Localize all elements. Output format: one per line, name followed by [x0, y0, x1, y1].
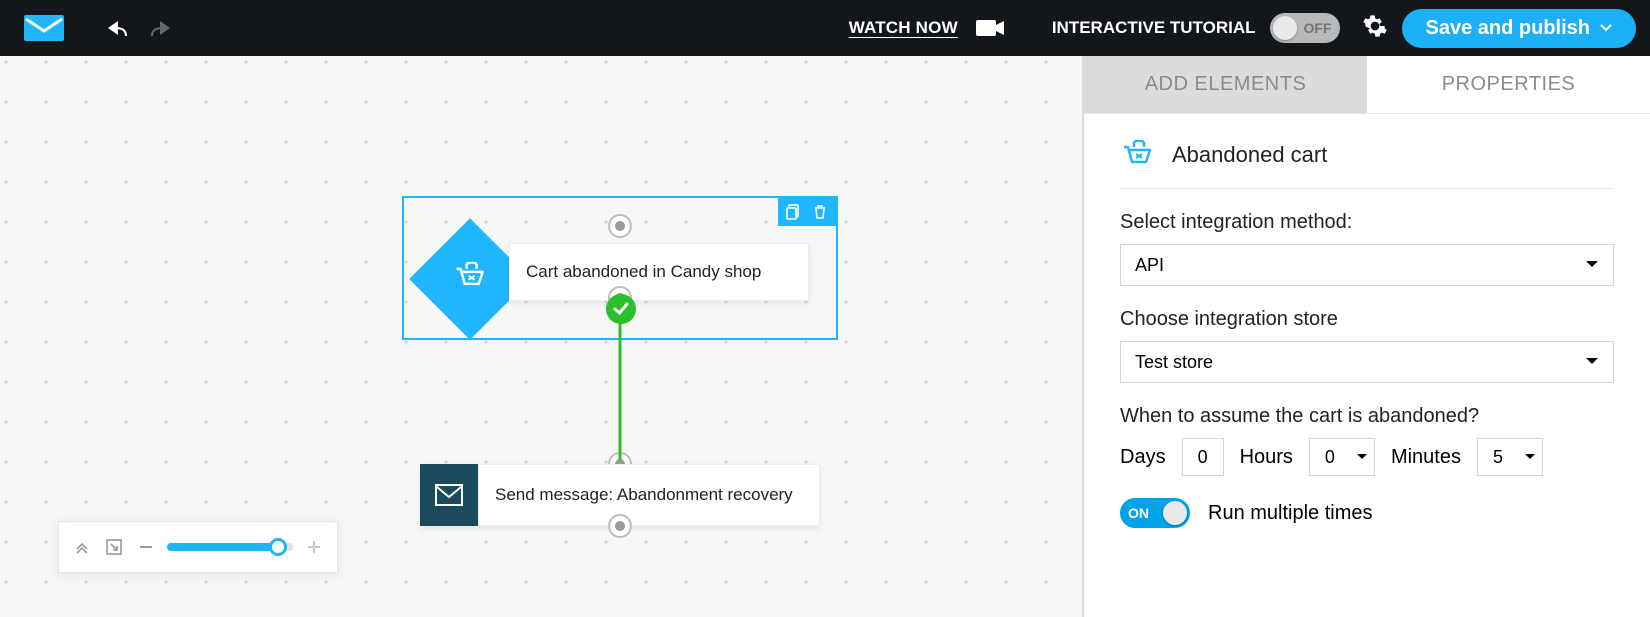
- sidebar-tabs: ADD ELEMENTS PROPERTIES: [1084, 56, 1650, 114]
- trigger-label: Cart abandoned in Candy shop: [526, 262, 761, 282]
- tutorial-toggle-group: INTERACTIVE TUTORIAL OFF: [1052, 13, 1340, 43]
- delete-node-button[interactable]: [810, 202, 830, 222]
- collapse-all-button[interactable]: [71, 536, 93, 558]
- undo-icon: [104, 18, 128, 38]
- panel-title: Abandoned cart: [1172, 142, 1327, 168]
- save-publish-label: Save and publish: [1426, 17, 1590, 40]
- run-multiple-toggle[interactable]: ON: [1120, 498, 1190, 528]
- chevron-down-icon: [1600, 24, 1612, 32]
- plus-icon: [306, 539, 322, 555]
- action-label: Send message: Abandonment recovery: [495, 485, 793, 505]
- top-bar: WATCH NOW INTERACTIVE TUTORIAL OFF Save …: [0, 0, 1650, 56]
- integration-method-value: API: [1135, 255, 1164, 276]
- zoom-slider-handle[interactable]: [269, 538, 287, 556]
- redo-button[interactable]: [144, 10, 180, 46]
- chevrons-up-icon: [74, 539, 90, 555]
- minutes-value: 5: [1478, 447, 1518, 468]
- chevron-down-icon: [1524, 453, 1536, 461]
- save-publish-button[interactable]: Save and publish: [1402, 9, 1636, 48]
- tutorial-toggle[interactable]: OFF: [1270, 13, 1340, 43]
- action-icon-box: [420, 464, 478, 526]
- fit-screen-icon: [105, 538, 123, 556]
- mail-icon: [435, 484, 463, 506]
- integration-store-field: Choose integration store Test store: [1120, 308, 1614, 383]
- minutes-label: Minutes: [1391, 446, 1461, 469]
- cart-abandoned-icon: [453, 262, 487, 292]
- tutorial-label: INTERACTIVE TUTORIAL: [1052, 18, 1256, 38]
- trigger-card: Cart abandoned in Candy shop: [509, 243, 809, 301]
- settings-button[interactable]: [1362, 13, 1388, 44]
- workflow-canvas-wrap: Cart abandoned in Candy shop Send messag…: [0, 56, 1082, 617]
- trash-icon: [812, 204, 828, 220]
- hours-value: 0: [1310, 447, 1350, 468]
- connector-line: [619, 314, 622, 460]
- integration-store-value: Test store: [1135, 352, 1213, 373]
- watch-now-link[interactable]: WATCH NOW: [849, 18, 958, 38]
- watch-now: WATCH NOW: [849, 18, 1006, 38]
- zoom-in-button[interactable]: [303, 536, 325, 558]
- abandon-time-label: When to assume the cart is abandoned?: [1120, 405, 1614, 428]
- properties-panel: Abandoned cart Select integration method…: [1084, 114, 1650, 538]
- node-input-port[interactable]: [608, 214, 632, 238]
- connector-success-badge: [606, 294, 636, 324]
- chevron-down-icon: [1585, 260, 1599, 270]
- tab-add-elements[interactable]: ADD ELEMENTS: [1084, 56, 1367, 113]
- workflow-node-action[interactable]: Send message: Abandonment recovery: [420, 452, 820, 538]
- node-output-port[interactable]: [608, 514, 632, 538]
- run-multiple-row: ON Run multiple times: [1120, 498, 1614, 528]
- integration-method-select[interactable]: API: [1120, 244, 1614, 286]
- panel-header: Abandoned cart: [1120, 140, 1614, 189]
- zoom-slider[interactable]: [167, 543, 293, 551]
- chevron-down-icon: [1356, 453, 1368, 461]
- video-camera-icon: [976, 18, 1006, 38]
- integration-method-label: Select integration method:: [1120, 211, 1614, 234]
- integration-store-select[interactable]: Test store: [1120, 341, 1614, 383]
- days-value: 0: [1183, 447, 1223, 468]
- tab-properties[interactable]: PROPERTIES: [1367, 56, 1650, 113]
- zoom-out-button[interactable]: [135, 536, 157, 558]
- copy-icon: [786, 204, 802, 220]
- minutes-input[interactable]: 5: [1477, 438, 1543, 476]
- history-controls: [88, 10, 180, 46]
- minus-icon: [138, 539, 154, 555]
- integration-store-label: Choose integration store: [1120, 308, 1614, 331]
- run-toggle-text: ON: [1128, 505, 1149, 521]
- redo-icon: [150, 18, 174, 38]
- chevron-down-icon: [1585, 357, 1599, 367]
- fit-screen-button[interactable]: [103, 536, 125, 558]
- abandon-time-field: When to assume the cart is abandoned? Da…: [1120, 405, 1614, 476]
- zoom-toolbar: [58, 521, 338, 573]
- duplicate-node-button[interactable]: [784, 202, 804, 222]
- hours-input[interactable]: 0: [1309, 438, 1375, 476]
- tutorial-toggle-text: OFF: [1304, 20, 1332, 36]
- app-logo[interactable]: [0, 0, 88, 56]
- cart-abandoned-icon: [1120, 140, 1154, 170]
- days-input[interactable]: 0: [1182, 438, 1224, 476]
- run-multiple-label: Run multiple times: [1208, 502, 1373, 525]
- integration-method-field: Select integration method: API: [1120, 211, 1614, 286]
- main-area: Cart abandoned in Candy shop Send messag…: [0, 56, 1650, 617]
- envelope-logo-icon: [22, 13, 66, 43]
- gear-icon: [1362, 13, 1388, 39]
- undo-button[interactable]: [98, 10, 134, 46]
- hours-label: Hours: [1240, 446, 1293, 469]
- check-icon: [612, 300, 630, 318]
- workflow-canvas[interactable]: Cart abandoned in Candy shop Send messag…: [0, 56, 1082, 617]
- sidebar: ADD ELEMENTS PROPERTIES Abandoned cart S…: [1082, 56, 1650, 617]
- days-label: Days: [1120, 446, 1166, 469]
- node-toolbar: [778, 198, 836, 226]
